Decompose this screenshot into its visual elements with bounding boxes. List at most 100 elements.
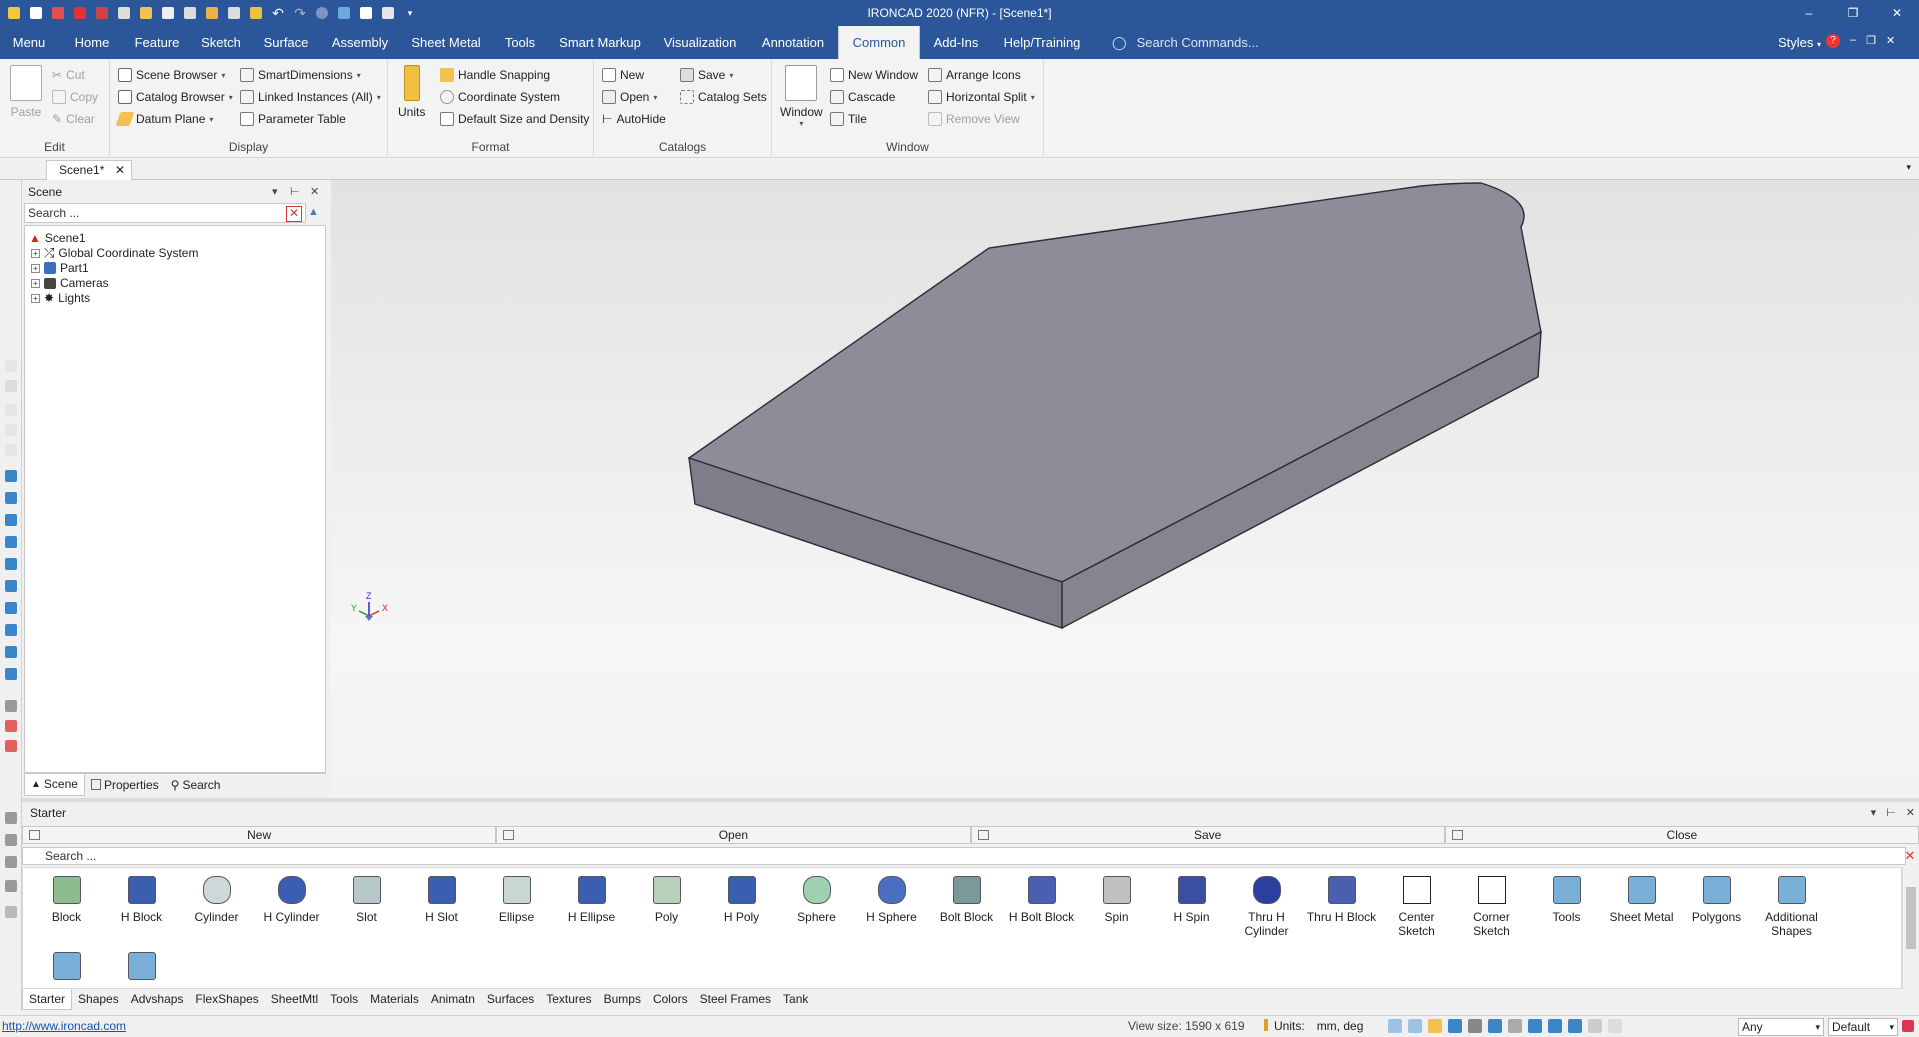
styles-dropdown[interactable]: Styles ▾ (1778, 26, 1821, 59)
catalog-tab[interactable]: Steel Frames (694, 989, 777, 1010)
parameter-table-button[interactable]: Parameter Table (240, 109, 346, 129)
filter-icon[interactable]: ▲ (308, 206, 324, 222)
handle-snapping-button[interactable]: Handle Snapping (440, 65, 550, 85)
shade-icon[interactable] (1508, 1019, 1522, 1033)
zoom-icon[interactable] (1388, 1019, 1402, 1033)
catalog-item[interactable]: Polygons (1679, 876, 1754, 924)
minimize-button[interactable]: – (1787, 0, 1831, 26)
save-as-icon[interactable] (180, 3, 200, 23)
tab-home[interactable]: Home (68, 26, 116, 59)
catalog-item[interactable]: Corner Sketch (1454, 876, 1529, 938)
scene-browser-button[interactable]: Scene Browser ▾ (118, 65, 225, 85)
chevron-down-icon[interactable]: ▾ (1906, 162, 1911, 173)
tool-icon[interactable] (5, 492, 17, 504)
mail-send-icon[interactable] (114, 3, 134, 23)
maximize-button[interactable]: ❐ (1831, 0, 1875, 26)
save-icon[interactable] (158, 3, 178, 23)
close-doc-icon[interactable] (70, 3, 90, 23)
remove-view-button[interactable]: Remove View (928, 109, 1020, 129)
tool-icon[interactable] (5, 646, 17, 658)
3d-viewport[interactable]: Z Y X (331, 180, 1919, 798)
catalog-item[interactable]: H Cylinder (254, 876, 329, 924)
catalog-item[interactable]: Sphere (779, 876, 854, 924)
print-icon[interactable] (202, 3, 222, 23)
tab-assembly[interactable]: Assembly (326, 26, 394, 59)
catalog-tab[interactable]: Surfaces (481, 989, 540, 1010)
datum-plane-button[interactable]: Datum Plane ▾ (115, 109, 213, 129)
pin-icon[interactable]: ⊢ (290, 181, 300, 203)
snap-mode-icon[interactable] (1568, 1019, 1582, 1033)
tab-visualization[interactable]: Visualization (656, 26, 744, 59)
tab-menu[interactable]: Menu (4, 26, 54, 59)
catalog-icon[interactable] (246, 3, 266, 23)
cut-button[interactable]: ✂ Cut (52, 65, 85, 85)
catalog-item[interactable]: Additional Shapes (1754, 876, 1829, 938)
expand-icon[interactable]: + (31, 248, 40, 258)
catalog-tab[interactable]: FlexShapes (189, 989, 264, 1010)
units-button[interactable]: Units (398, 65, 425, 119)
tool-icon[interactable] (5, 444, 17, 456)
tool-icon[interactable] (5, 424, 17, 436)
tool-icon[interactable] (5, 624, 17, 636)
chevron-down-icon[interactable]: ▾ (1871, 802, 1877, 824)
clear-search-icon[interactable]: ✕ (286, 206, 302, 222)
new-window-button[interactable]: New Window (830, 65, 918, 85)
tool-icon[interactable] (5, 700, 17, 712)
viewport-canvas[interactable]: Z Y X (331, 180, 1919, 798)
style-dropdown[interactable]: Default ▾ (1828, 1018, 1898, 1036)
catalog-item[interactable]: Spin (1079, 876, 1154, 924)
restore-doc-icon[interactable]: ❐ (1866, 34, 1876, 48)
select-cursor-icon[interactable] (1588, 1019, 1602, 1033)
catalog-tab[interactable]: Animatn (425, 989, 481, 1010)
tab-smart-markup[interactable]: Smart Markup (556, 26, 644, 59)
catalog-item[interactable]: Sheet Metal (1604, 876, 1679, 924)
mail-icon[interactable] (48, 3, 68, 23)
close-icon[interactable]: ✕ (310, 181, 319, 203)
tab-surface[interactable]: Surface (258, 26, 314, 59)
document-tab[interactable]: Scene1* ✕ (46, 160, 132, 180)
tool-icon[interactable] (5, 580, 17, 592)
pointer-icon[interactable] (1608, 1019, 1622, 1033)
scene-search-input[interactable]: Search ... (24, 203, 306, 223)
coordinate-system-button[interactable]: Coordinate System (440, 87, 560, 107)
catalog-item[interactable]: Materials (29, 952, 104, 988)
folder-icon[interactable] (1428, 1019, 1442, 1033)
catalog-open-button[interactable]: Open (496, 826, 971, 844)
catalog-tab[interactable]: Tools (324, 989, 364, 1010)
tab-feature[interactable]: Feature (128, 26, 186, 59)
tab-common[interactable]: Common (838, 26, 920, 59)
catalog-close-button[interactable]: Close (1444, 826, 1919, 844)
tab-help-training[interactable]: Help/Training (996, 26, 1088, 59)
catalog-save-button[interactable]: Save (970, 826, 1445, 844)
tool-icon[interactable] (5, 380, 17, 392)
section-icon[interactable] (1548, 1019, 1562, 1033)
tab-annotation[interactable]: Annotation (756, 26, 830, 59)
search-commands-input[interactable]: ◯ Search Commands... (1112, 26, 1259, 59)
tab-search[interactable]: ⚲ Search (165, 774, 227, 796)
website-link[interactable]: http://www.ironcad.com (2, 1019, 126, 1033)
catalog-item[interactable]: Thru H Block (1304, 876, 1379, 924)
tab-properties[interactable]: Properties (85, 774, 165, 796)
align-icon[interactable] (1468, 1019, 1482, 1033)
autohide-button[interactable]: ⊢ AutoHide (602, 109, 666, 129)
tool-icon[interactable] (5, 360, 17, 372)
pin-icon[interactable]: ⊢ (1886, 802, 1896, 824)
tab-sheet-metal[interactable]: Sheet Metal (406, 26, 486, 59)
catalog-item[interactable]: H Poly (704, 876, 779, 924)
catalog-scrollbar[interactable] (1902, 867, 1919, 989)
undo-icon[interactable]: ↶ (268, 3, 288, 23)
tool-icon[interactable] (5, 558, 17, 570)
catalog-item[interactable]: Thru H Cylinder (1229, 876, 1304, 938)
tool-icon[interactable] (5, 536, 17, 548)
tool-icon[interactable] (5, 856, 17, 868)
clear-button[interactable]: ✎ Clear (52, 109, 95, 129)
tab-sketch[interactable]: Sketch (196, 26, 246, 59)
zoom-window-icon[interactable] (1408, 1019, 1422, 1033)
tab-add-ins[interactable]: Add-Ins (928, 26, 984, 59)
window-button[interactable]: Window ▾ (780, 65, 823, 128)
catalog-item[interactable]: H Sphere (854, 876, 929, 924)
catalog-item[interactable]: Center Sketch (1379, 876, 1454, 938)
expand-icon[interactable]: + (31, 278, 40, 288)
scrollbar-thumb[interactable] (1906, 887, 1916, 949)
catalog-new-button[interactable]: New (602, 65, 644, 85)
